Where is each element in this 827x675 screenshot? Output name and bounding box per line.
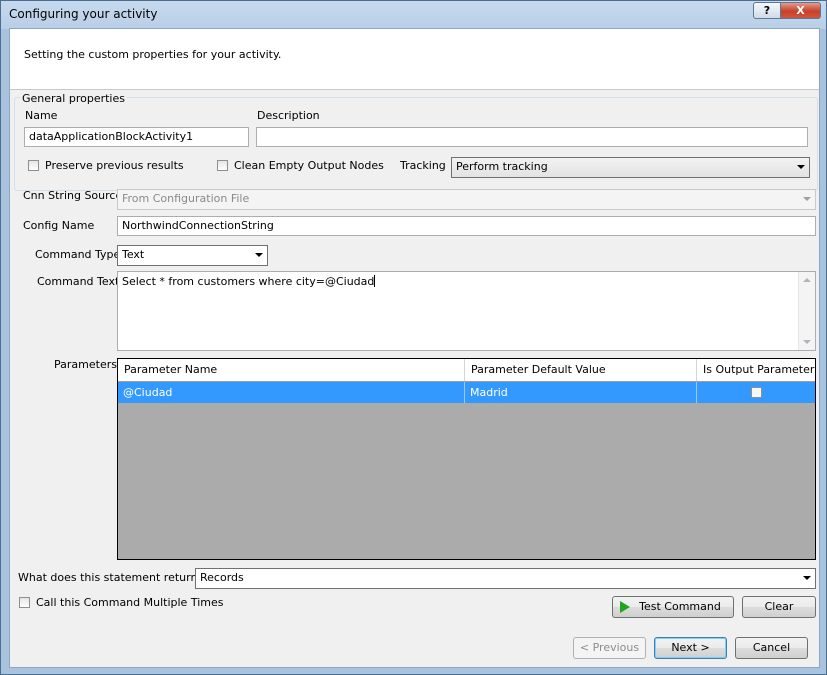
header-description: Setting the custom properties for your a… xyxy=(24,48,282,61)
is-output-checkbox[interactable] xyxy=(751,387,762,398)
cnn-source-select: From Configuration File xyxy=(117,189,816,210)
command-text-label: Command Text xyxy=(37,275,120,288)
close-icon: X xyxy=(796,4,805,17)
previous-button: < Previous xyxy=(573,637,646,659)
command-type-label: Command Type xyxy=(35,248,121,261)
column-header-default-value[interactable]: Parameter Default Value xyxy=(465,359,697,381)
cell-parameter-name[interactable]: @Ciudad xyxy=(118,382,465,403)
preserve-results-checkbox[interactable] xyxy=(28,160,39,171)
command-text-value: Select * from customers where city=@Ciud… xyxy=(122,275,375,288)
help-button[interactable]: ? xyxy=(753,2,781,19)
cancel-button[interactable]: Cancel xyxy=(735,637,808,659)
tracking-select[interactable]: Perform tracking xyxy=(451,157,810,178)
chevron-down-icon xyxy=(255,253,263,257)
general-properties-legend: General properties xyxy=(20,92,127,105)
name-input[interactable]: dataApplicationBlockActivity1 xyxy=(24,127,249,147)
scroll-up-icon[interactable] xyxy=(803,278,811,282)
returns-select[interactable]: Records xyxy=(195,568,816,589)
play-icon xyxy=(620,601,630,613)
help-icon: ? xyxy=(763,4,771,17)
config-name-input[interactable]: NorthwindConnectionString xyxy=(117,216,816,236)
command-text-scrollbar[interactable] xyxy=(798,272,815,350)
chevron-down-icon xyxy=(803,576,811,580)
title-bar[interactable]: Configuring your activity ? X xyxy=(1,1,826,28)
dialog-client-area: Setting the custom properties for your a… xyxy=(9,28,820,668)
column-header-parameter-name[interactable]: Parameter Name xyxy=(118,359,465,381)
parameters-grid[interactable]: Parameter Name Parameter Default Value I… xyxy=(117,358,816,560)
preserve-results-label: Preserve previous results xyxy=(45,159,184,172)
previous-label: < Previous xyxy=(579,641,640,654)
tracking-label: Tracking xyxy=(400,159,446,172)
config-name-label: Config Name xyxy=(23,219,95,232)
next-label: Next > xyxy=(671,641,710,654)
clear-label: Clear xyxy=(764,600,794,613)
description-label: Description xyxy=(257,109,320,122)
grid-header: Parameter Name Parameter Default Value I… xyxy=(118,359,815,382)
parameters-label: Parameters xyxy=(54,358,117,371)
scroll-down-icon[interactable] xyxy=(803,340,811,344)
cell-default-value[interactable]: Madrid xyxy=(465,382,697,403)
command-type-value: Text xyxy=(122,248,145,261)
chevron-down-icon xyxy=(797,165,805,169)
clean-empty-nodes-label: Clean Empty Output Nodes xyxy=(234,159,384,172)
call-multiple-label: Call this Command Multiple Times xyxy=(36,596,224,609)
text-caret xyxy=(374,275,376,287)
clean-empty-nodes-checkbox[interactable] xyxy=(217,160,228,171)
clear-button[interactable]: Clear xyxy=(742,596,816,618)
column-header-is-output[interactable]: Is Output Parameter xyxy=(697,359,815,381)
cancel-label: Cancel xyxy=(752,641,791,654)
header-panel: Setting the custom properties for your a… xyxy=(10,29,819,90)
next-button[interactable]: Next > xyxy=(654,637,727,659)
command-text-area[interactable]: Select * from customers where city=@Ciud… xyxy=(117,271,816,351)
test-command-button[interactable]: Test Command xyxy=(612,596,734,618)
test-command-label: Test Command xyxy=(639,600,721,613)
cnn-source-value: From Configuration File xyxy=(122,192,250,205)
name-label: Name xyxy=(25,109,58,122)
table-row[interactable]: @Ciudad Madrid xyxy=(118,382,815,403)
tracking-value: Perform tracking xyxy=(456,160,548,173)
returns-label: What does this statement returns? xyxy=(18,571,210,584)
close-button[interactable]: X xyxy=(780,2,821,19)
command-type-select[interactable]: Text xyxy=(117,245,268,266)
chevron-down-icon xyxy=(803,197,811,201)
returns-value: Records xyxy=(200,571,244,584)
dialog-window: Configuring your activity ? X Setting th… xyxy=(0,0,827,675)
description-input[interactable] xyxy=(256,127,808,147)
cnn-source-label: Cnn String Source xyxy=(23,189,123,202)
window-title: Configuring your activity xyxy=(9,7,158,21)
call-multiple-checkbox[interactable] xyxy=(19,597,30,608)
